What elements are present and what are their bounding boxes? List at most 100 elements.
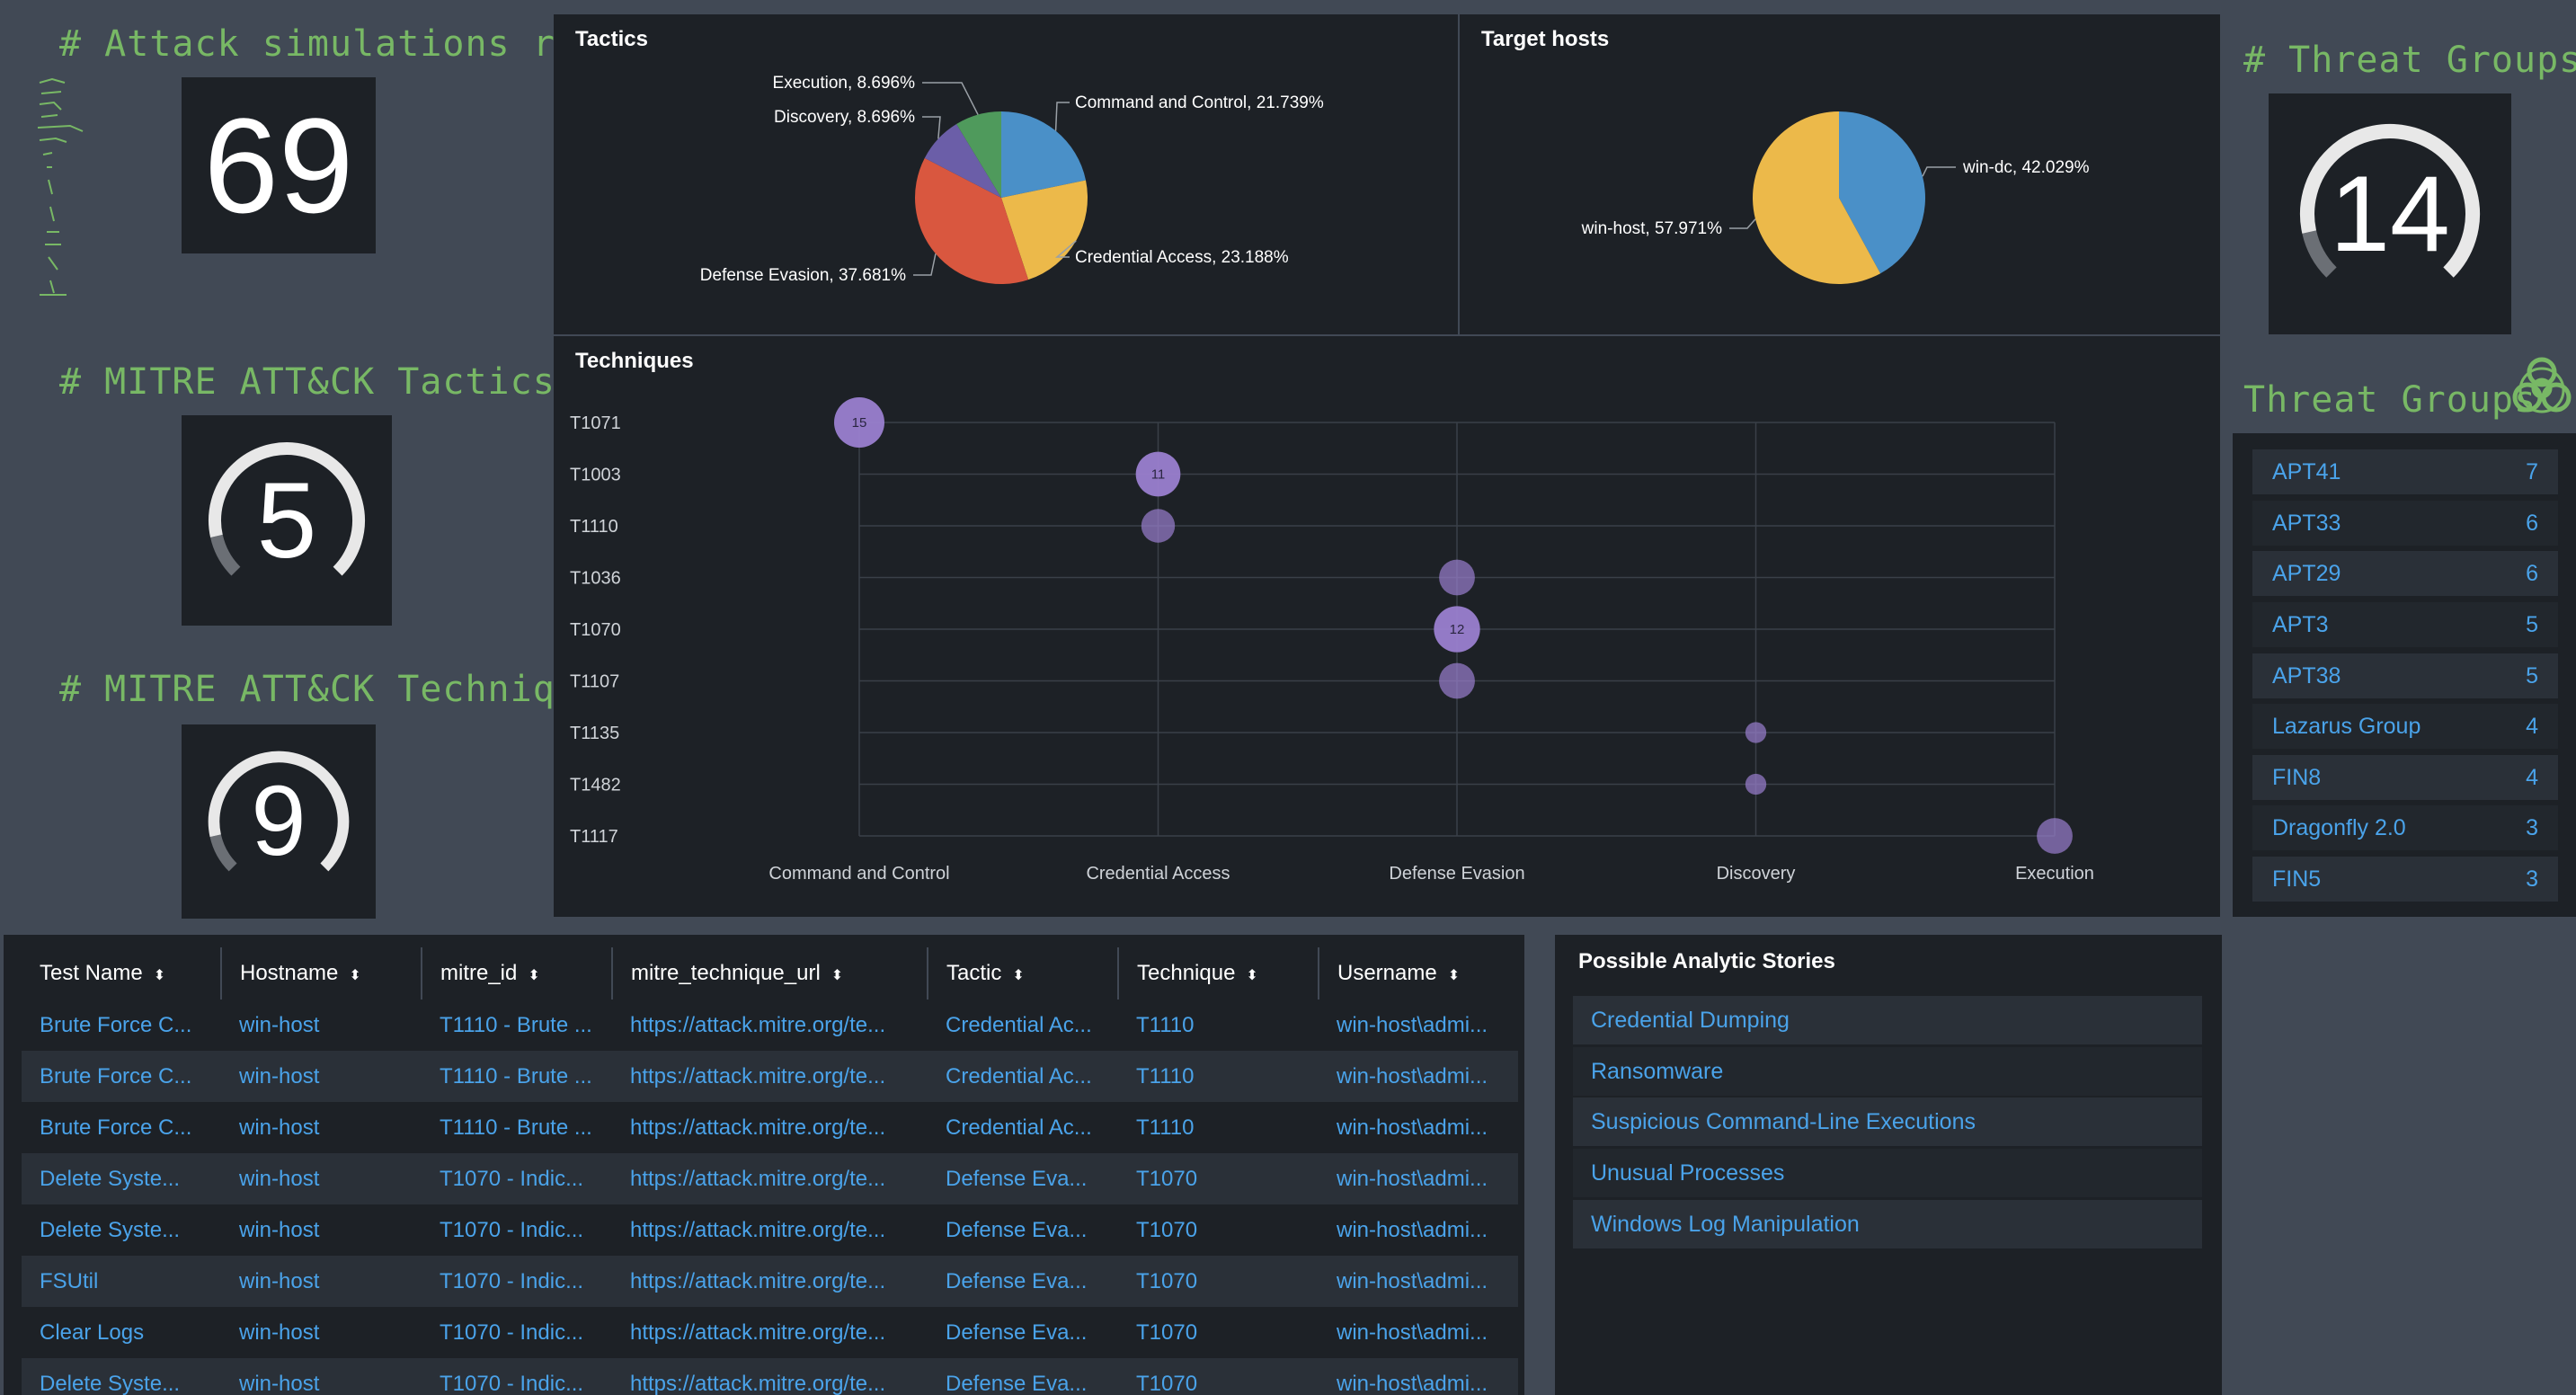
hosts-pie-chart[interactable]: win-dc, 42.029% win-host, 57.971% [1460,14,2220,334]
cell-test-name[interactable]: Delete Syste... [22,1153,221,1204]
threat-group-row[interactable]: FIN5 3 [2252,857,2558,902]
column-header-hostname[interactable]: Hostname ⬍ [221,947,422,1000]
column-header-test-name[interactable]: Test Name ⬍ [22,947,222,1000]
cell-hostname[interactable]: win-host [221,1307,422,1358]
cell-technique[interactable]: T1070 [1118,1307,1319,1358]
threat-group-row[interactable]: APT29 6 [2252,551,2558,596]
threat-group-name[interactable]: APT3 [2272,612,2329,638]
sort-icon[interactable]: ⬍ [154,968,165,983]
cell-test-name[interactable]: Delete Syste... [22,1358,221,1395]
cell-hostname[interactable]: win-host [221,1000,422,1051]
cell-mitre-url[interactable]: https://attack.mitre.org/te... [612,1358,928,1395]
bubble-point[interactable] [1745,722,1767,743]
cell-hostname[interactable]: win-host [221,1102,422,1153]
sort-icon[interactable]: ⬍ [1448,968,1460,983]
cell-username[interactable]: win-host\admi... [1319,1358,1518,1395]
cell-tactic[interactable]: Defense Eva... [928,1204,1118,1256]
cell-technique[interactable]: T1070 [1118,1358,1319,1395]
sort-icon[interactable]: ⬍ [349,968,360,983]
cell-mitre-url[interactable]: https://attack.mitre.org/te... [612,1102,928,1153]
cell-hostname[interactable]: win-host [221,1256,422,1307]
bubble-point[interactable] [1141,509,1176,543]
threat-group-name[interactable]: APT29 [2272,561,2341,587]
cell-mitre-url[interactable]: https://attack.mitre.org/te... [612,1307,928,1358]
cell-tactic[interactable]: Defense Eva... [928,1307,1118,1358]
threat-group-row[interactable]: APT38 5 [2252,653,2558,698]
story-link[interactable]: Unusual Processes [1573,1149,2202,1197]
sort-icon[interactable]: ⬍ [1246,968,1257,983]
tactics-pie-chart[interactable]: Command and Control, 21.739% Credential A… [554,14,1458,334]
cell-mitre-id[interactable]: T1070 - Indic... [422,1256,612,1307]
story-link[interactable]: Credential Dumping [1573,996,2202,1044]
threat-group-name[interactable]: Lazarus Group [2272,714,2421,740]
cell-username[interactable]: win-host\admi... [1319,1307,1518,1358]
cell-tactic[interactable]: Defense Eva... [928,1256,1118,1307]
cell-mitre-url[interactable]: https://attack.mitre.org/te... [612,1000,928,1051]
cell-technique[interactable]: T1110 [1118,1051,1319,1102]
cell-tactic[interactable]: Defense Eva... [928,1358,1118,1395]
threat-group-row[interactable]: APT41 7 [2252,449,2558,494]
sort-icon[interactable]: ⬍ [1012,968,1024,983]
story-link[interactable]: Windows Log Manipulation [1573,1200,2202,1248]
story-link[interactable]: Ransomware [1573,1047,2202,1096]
sort-icon[interactable]: ⬍ [831,968,843,983]
cell-test-name[interactable]: Brute Force C... [22,1051,221,1102]
bubble-point[interactable] [1745,773,1767,795]
threat-group-name[interactable]: Dragonfly 2.0 [2272,815,2406,841]
techniques-bubble-chart[interactable]: T1071 T1003 T1110 T1036 T1070 T1107 T1135 T1482… [554,336,2220,917]
column-header-tactic[interactable]: Tactic ⬍ [928,947,1119,1000]
threat-group-row[interactable]: APT3 5 [2252,602,2558,647]
sort-icon[interactable]: ⬍ [528,968,539,983]
threat-group-name[interactable]: APT41 [2272,459,2341,485]
threat-group-row[interactable]: Dragonfly 2.0 3 [2252,805,2558,850]
cell-test-name[interactable]: Delete Syste... [22,1204,221,1256]
cell-mitre-id[interactable]: T1110 - Brute ... [422,1051,612,1102]
cell-hostname[interactable]: win-host [221,1051,422,1102]
threat-group-name[interactable]: APT33 [2272,511,2341,537]
bubble-point[interactable] [1439,662,1475,699]
cell-test-name[interactable]: FSUtil [22,1256,221,1307]
threat-group-name[interactable]: FIN8 [2272,765,2321,791]
cell-mitre-id[interactable]: T1110 - Brute ... [422,1000,612,1051]
threat-group-row[interactable]: FIN8 4 [2252,755,2558,800]
column-header-technique[interactable]: Technique ⬍ [1118,947,1319,1000]
column-header-username[interactable]: Username ⬍ [1319,947,1518,1000]
cell-technique[interactable]: T1110 [1118,1102,1319,1153]
cell-mitre-url[interactable]: https://attack.mitre.org/te... [612,1256,928,1307]
cell-tactic[interactable]: Credential Ac... [928,1102,1118,1153]
cell-mitre-url[interactable]: https://attack.mitre.org/te... [612,1153,928,1204]
cell-tactic[interactable]: Credential Ac... [928,1051,1118,1102]
threat-group-name[interactable]: APT38 [2272,663,2341,689]
cell-test-name[interactable]: Brute Force C... [22,1102,221,1153]
cell-username[interactable]: win-host\admi... [1319,1204,1518,1256]
cell-mitre-id[interactable]: T1070 - Indic... [422,1307,612,1358]
threat-group-row[interactable]: Lazarus Group 4 [2252,704,2558,749]
cell-technique[interactable]: T1070 [1118,1204,1319,1256]
cell-mitre-id[interactable]: T1070 - Indic... [422,1204,612,1256]
bubble-point[interactable] [1439,559,1475,596]
cell-mitre-url[interactable]: https://attack.mitre.org/te... [612,1204,928,1256]
cell-mitre-id[interactable]: T1110 - Brute ... [422,1102,612,1153]
cell-test-name[interactable]: Clear Logs [22,1307,221,1358]
cell-tactic[interactable]: Defense Eva... [928,1153,1118,1204]
column-header-mitre-technique-url[interactable]: mitre_technique_url ⬍ [612,947,928,1000]
column-header-mitre-id[interactable]: mitre_id ⬍ [422,947,613,1000]
cell-hostname[interactable]: win-host [221,1204,422,1256]
cell-technique[interactable]: T1110 [1118,1000,1319,1051]
threat-group-name[interactable]: FIN5 [2272,866,2321,893]
cell-hostname[interactable]: win-host [221,1153,422,1204]
cell-mitre-id[interactable]: T1070 - Indic... [422,1153,612,1204]
cell-username[interactable]: win-host\admi... [1319,1153,1518,1204]
cell-username[interactable]: win-host\admi... [1319,1000,1518,1051]
bubble-point[interactable] [2037,818,2073,854]
cell-technique[interactable]: T1070 [1118,1256,1319,1307]
cell-test-name[interactable]: Brute Force C... [22,1000,221,1051]
cell-hostname[interactable]: win-host [221,1358,422,1395]
cell-username[interactable]: win-host\admi... [1319,1051,1518,1102]
cell-technique[interactable]: T1070 [1118,1153,1319,1204]
cell-mitre-url[interactable]: https://attack.mitre.org/te... [612,1051,928,1102]
threat-group-row[interactable]: APT33 6 [2252,501,2558,546]
cell-mitre-id[interactable]: T1070 - Indic... [422,1358,612,1395]
cell-tactic[interactable]: Credential Ac... [928,1000,1118,1051]
cell-username[interactable]: win-host\admi... [1319,1102,1518,1153]
